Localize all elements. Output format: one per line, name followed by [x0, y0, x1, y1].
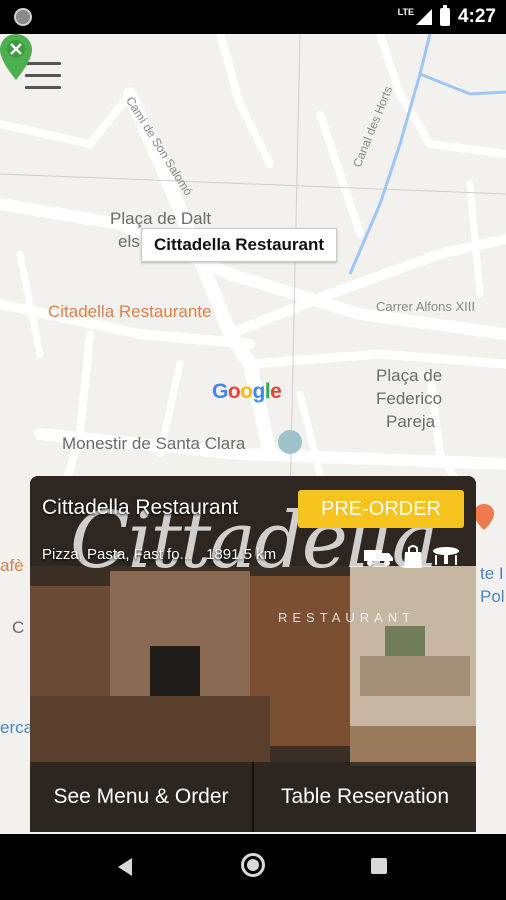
map-label-els: els [118, 232, 140, 251]
map-label-placa-de: Plaça de [376, 366, 443, 385]
map-place-pin-icon [474, 504, 494, 530]
clock: 4:27 [457, 6, 496, 27]
map-label-pareja: Pareja [386, 412, 436, 431]
card-actions: See Menu & Order Table Reservation [30, 762, 476, 832]
restaurant-pin-icon[interactable] [0, 34, 32, 80]
battery-icon [439, 5, 450, 26]
map-label-te: te I [480, 564, 504, 583]
map-label-restaurant: Citadella Restaurante [48, 302, 212, 321]
table-reservation-button[interactable]: Table Reservation [252, 762, 476, 832]
dine-in-table-icon [432, 546, 460, 571]
back-icon[interactable] [118, 858, 132, 876]
map-label-placa-dalt: Plaça de Dalt [110, 209, 212, 228]
map-label-federico: Federico [376, 389, 443, 408]
see-menu-button[interactable]: See Menu & Order [30, 762, 252, 832]
network-type: LTE [397, 7, 414, 17]
status-bar: LTE 4:27 [0, 0, 506, 34]
navigation-bar [0, 834, 506, 900]
google-logo: Google [212, 380, 282, 403]
restaurant-title: Cittadella Restaurant [42, 496, 239, 519]
restaurant-card[interactable]: Cittadella RESTAURANT Cittadella Restaur… [30, 476, 476, 832]
brand-logo-subtitle: RESTAURANT [278, 610, 416, 625]
recent-apps-icon[interactable] [371, 858, 387, 874]
restaurant-subinfo: Pizza, Pasta, Fast fo... 1891.5 km [42, 546, 276, 563]
map-label-alfons: Carrer Alfons XIII [376, 299, 475, 314]
pre-order-button[interactable]: PRE-ORDER [298, 490, 464, 528]
map-label-c: C [12, 618, 25, 637]
home-icon[interactable] [241, 853, 265, 877]
map-label-erca: erca [0, 718, 34, 737]
map-label-cafe: afè [0, 556, 24, 575]
service-icons [364, 544, 460, 573]
status-indicators: LTE 4:27 [398, 0, 496, 34]
map-label-pol: Pol [480, 587, 505, 606]
cuisine-text: Pizza, Pasta, Fast fo... [42, 546, 193, 563]
signal-icon [415, 9, 432, 25]
delivery-truck-icon [364, 546, 394, 571]
marker-callout[interactable]: Cittadella Restaurant [141, 228, 338, 262]
notification-icon [14, 8, 32, 26]
takeaway-bag-icon [402, 544, 424, 573]
map-label-monestir: Monestir de Santa Clara [62, 434, 246, 453]
distance-text: 1891.5 km [206, 546, 277, 563]
